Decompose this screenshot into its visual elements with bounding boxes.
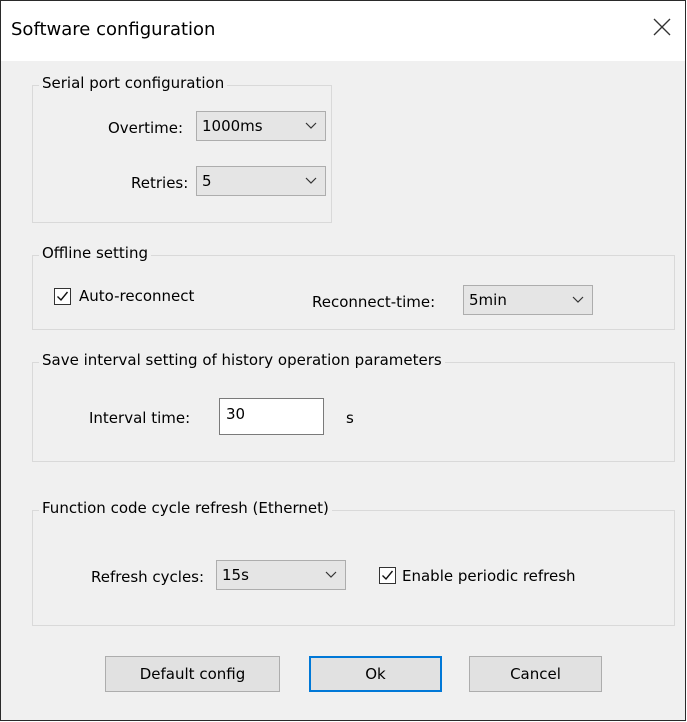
interval-time-value: 30 — [226, 405, 246, 423]
serial-port-group — [32, 85, 332, 223]
interval-unit: s — [346, 409, 354, 427]
title-bar: Software configuration — [1, 1, 685, 61]
interval-time-label: Interval time: — [89, 409, 191, 427]
chevron-down-icon — [325, 571, 337, 578]
checkmark-icon — [57, 291, 69, 302]
default-config-button[interactable]: Default config — [105, 656, 280, 692]
retries-value: 5 — [202, 172, 212, 190]
auto-reconnect-label[interactable]: Auto-reconnect — [79, 287, 194, 305]
offline-setting-legend: Offline setting — [39, 244, 151, 262]
refresh-cycles-value: 15s — [222, 566, 249, 584]
checkmark-icon — [382, 570, 394, 581]
auto-reconnect-checkbox[interactable] — [54, 288, 71, 305]
function-refresh-legend: Function code cycle refresh (Ethernet) — [39, 499, 332, 517]
retries-label: Retries: — [131, 174, 189, 192]
reconnect-time-select[interactable]: 5min — [463, 285, 593, 315]
close-icon[interactable] — [651, 16, 673, 38]
save-interval-legend: Save interval setting of history operati… — [39, 351, 445, 369]
reconnect-time-label: Reconnect-time: — [312, 293, 436, 311]
overtime-select[interactable]: 1000ms — [196, 111, 326, 141]
chevron-down-icon — [305, 122, 317, 129]
chevron-down-icon — [572, 296, 584, 303]
chevron-down-icon — [305, 177, 317, 184]
dialog-title: Software configuration — [11, 19, 216, 40]
ok-button[interactable]: Ok — [309, 656, 442, 692]
refresh-cycles-label: Refresh cycles: — [91, 568, 205, 586]
interval-time-input[interactable]: 30 — [219, 398, 324, 435]
cancel-button[interactable]: Cancel — [469, 656, 602, 692]
retries-select[interactable]: 5 — [196, 166, 326, 196]
enable-periodic-refresh-checkbox[interactable] — [379, 567, 396, 584]
overtime-value: 1000ms — [202, 117, 263, 135]
reconnect-time-value: 5min — [469, 291, 507, 309]
enable-periodic-refresh-label[interactable]: Enable periodic refresh — [402, 567, 576, 585]
refresh-cycles-select[interactable]: 15s — [216, 560, 346, 590]
serial-port-legend: Serial port configuration — [39, 74, 228, 92]
overtime-label: Overtime: — [108, 119, 184, 137]
software-configuration-dialog: Software configuration Serial port confi… — [0, 0, 686, 721]
